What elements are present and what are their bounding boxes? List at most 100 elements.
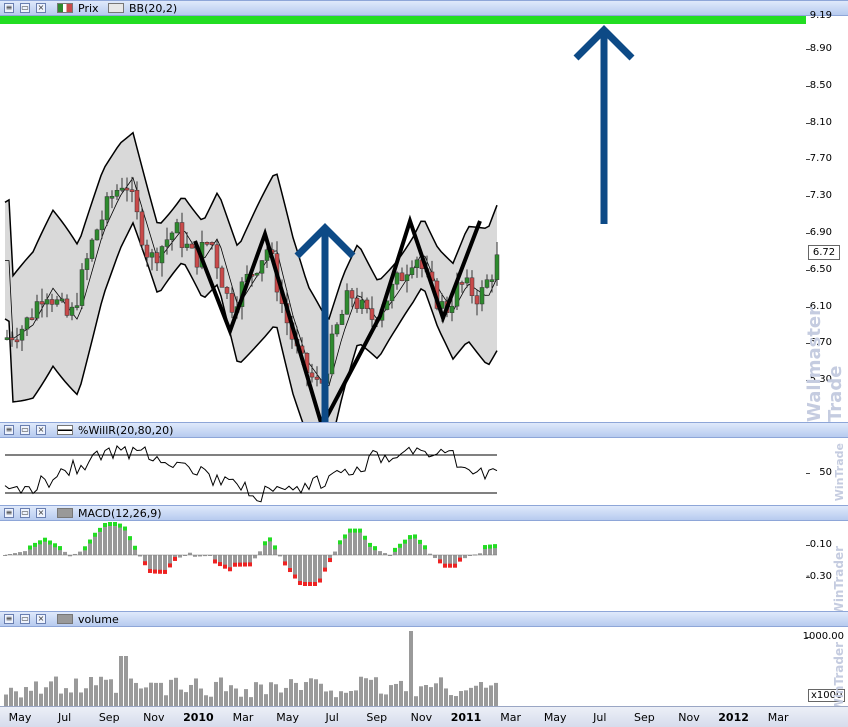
macd-histogram-bar (193, 555, 197, 557)
volume-bar (29, 690, 33, 706)
macd-signal-marker (458, 557, 462, 562)
macd-signal-marker (293, 574, 297, 579)
volume-bar (474, 685, 478, 706)
volume-bar (279, 692, 283, 706)
volume-chart-svg (4, 631, 498, 706)
panel-menu-icon[interactable]: ≡ (4, 508, 14, 518)
macd-signal-marker (153, 569, 157, 574)
macd-histogram-bar (263, 544, 267, 555)
volume-bar (219, 677, 223, 706)
candle-body (254, 273, 260, 276)
candle-body (364, 299, 370, 309)
candle-body (39, 301, 45, 305)
panel-menu-icon[interactable]: ≡ (4, 425, 14, 435)
candle-body (89, 239, 95, 259)
volume-bar (464, 690, 468, 706)
volume-chart[interactable] (0, 627, 807, 706)
volume-bar (254, 682, 258, 706)
volume-bar (124, 656, 128, 706)
candle-body (19, 328, 25, 341)
candle-body (484, 279, 490, 288)
x-axis-label: Mar (500, 711, 521, 724)
willr-chart[interactable] (0, 438, 807, 505)
volume-y-label: 1000.00 (802, 631, 844, 642)
willr-watermark: WinTrade (833, 443, 846, 502)
candle-body (154, 252, 160, 264)
volume-bar (34, 681, 38, 706)
macd-signal-marker (58, 546, 62, 551)
candle-body (229, 293, 235, 313)
macd-signal-marker (303, 582, 307, 586)
volume-bar (394, 683, 398, 706)
macd-histogram-bar (413, 537, 417, 555)
panel-minimize-icon[interactable]: ▭ (20, 3, 30, 13)
panel-menu-icon[interactable]: ≡ (4, 3, 14, 13)
volume-bar (4, 694, 8, 706)
panel-close-icon[interactable]: × (36, 425, 46, 435)
macd-signal-marker (453, 563, 457, 568)
volume-bar (49, 681, 53, 706)
price-top-value: 9.19 (809, 10, 832, 21)
x-axis-label: Jul (57, 711, 72, 724)
willr-panel-header: ≡ ▭ × %WillR(20,80,20) (0, 422, 848, 438)
volume-bar (169, 679, 173, 706)
candle-body (104, 196, 110, 221)
panel-close-icon[interactable]: × (36, 508, 46, 518)
macd-histogram-bar (308, 555, 312, 585)
macd-y-label-low: -0.30 (806, 571, 832, 582)
time-axis: May Jul Sep Nov 2010 Mar May Jul Sep Nov 2011 Mar Ma… (0, 706, 848, 727)
candle-body (129, 189, 135, 192)
candle-body (14, 339, 20, 343)
macd-chart[interactable] (0, 521, 807, 611)
macd-y-label-high: 0.10 (809, 539, 832, 550)
volume-bar (244, 689, 248, 706)
macd-signal-marker (328, 558, 332, 563)
volume-bar (414, 696, 418, 706)
macd-histogram-bar (18, 552, 22, 555)
macd-signal-marker (323, 567, 327, 572)
macd-histogram-bar (268, 540, 272, 555)
macd-signal-marker (298, 581, 302, 586)
price-chart[interactable] (0, 16, 807, 422)
macd-histogram-bar (98, 530, 102, 555)
macd-signal-marker (353, 528, 357, 533)
macd-signal-marker (443, 563, 447, 568)
volume-bar (39, 693, 43, 706)
panel-minimize-icon[interactable]: ▭ (20, 508, 30, 518)
volume-bar (359, 676, 363, 706)
x-axis-label: Jul (325, 711, 339, 724)
willr-y-label: 50 (819, 467, 832, 478)
candle-body (494, 254, 500, 280)
volume-bar (299, 689, 303, 706)
panel-close-icon[interactable]: × (36, 3, 46, 13)
volume-bar (159, 682, 163, 706)
candle-body (489, 279, 495, 282)
panel-minimize-icon[interactable]: ▭ (20, 614, 30, 624)
macd-histogram-bar (433, 555, 437, 559)
macd-histogram-bar (383, 553, 387, 555)
volume-bar (74, 678, 78, 706)
x-axis-label: May (8, 711, 32, 724)
candle-body (309, 372, 315, 378)
candle-body (479, 287, 485, 305)
panel-menu-icon[interactable]: ≡ (4, 614, 14, 624)
macd-legend: MACD(12,26,9) (78, 507, 162, 520)
candlestick-icon (57, 3, 73, 13)
candle-body (119, 187, 125, 191)
panel-close-icon[interactable]: × (36, 614, 46, 624)
volume-bar (454, 696, 458, 706)
macd-signal-marker (98, 527, 102, 532)
macd-histogram-bar (113, 525, 117, 555)
macd-histogram-bar (343, 537, 347, 555)
volume-bar (99, 676, 103, 706)
macd-histogram-bar (178, 555, 182, 558)
macd-histogram-bar (348, 531, 352, 555)
volume-bar (44, 687, 48, 706)
price-y-label: 6.90 (809, 227, 832, 238)
panel-minimize-icon[interactable]: ▭ (20, 425, 30, 435)
macd-signal-marker (248, 562, 252, 567)
candle-body (49, 299, 55, 305)
volume-bar (154, 682, 158, 706)
macd-signal-marker (103, 523, 107, 528)
x-axis-label: Nov (410, 711, 433, 724)
